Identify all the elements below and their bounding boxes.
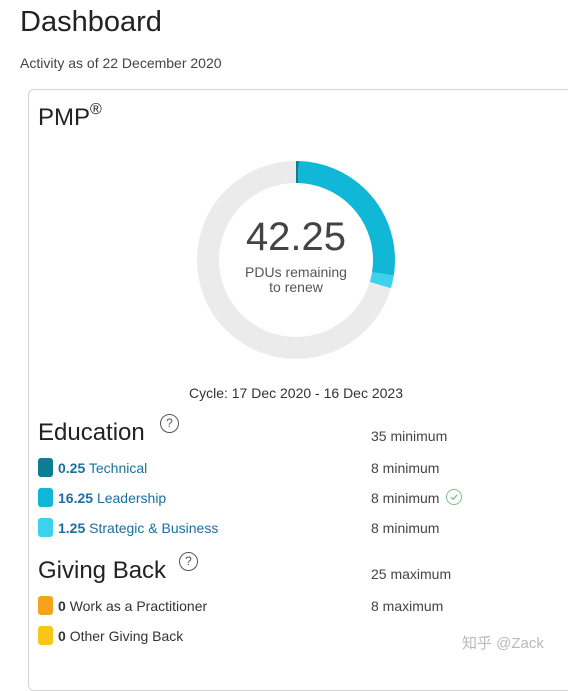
practitioner-swatch [38,596,53,615]
technical-swatch [38,458,53,477]
practitioner-requirement: 8 maximum [371,598,444,614]
pdus-remaining-value: 42.25 [245,215,347,259]
technical-link[interactable]: 0.25 Technical [58,460,147,476]
leadership-value: 16.25 [58,490,94,506]
technical-value: 0.25 [58,460,86,476]
pdus-remaining-label-line1: PDUs remaining [245,264,347,280]
practitioner-text: 0 Work as a Practitioner [58,598,207,614]
strategic-business-swatch [38,518,53,537]
check-circle-icon [446,489,462,505]
leadership-requirement: 8 minimum [371,490,440,506]
strategic-business-link[interactable]: 1.25 Strategic & Business [58,520,218,536]
strategic-business-requirement: 8 minimum [371,520,440,536]
practitioner-label: Work as a Practitioner [69,598,208,614]
leadership-link[interactable]: 16.25 Leadership [58,490,166,506]
other-giving-back-label: Other Giving Back [69,628,184,644]
strategic-business-label: Strategic & Business [89,520,219,536]
education-title: Education [38,419,145,446]
other-giving-back-text: 0 Other Giving Back [58,628,183,644]
technical-requirement: 8 minimum [371,460,440,476]
leadership-label: Leadership [96,490,167,506]
cycle-dates: Cycle: 17 Dec 2020 - 16 Dec 2023 [188,385,403,401]
education-help-icon[interactable]: ? [160,414,179,433]
other-giving-back-swatch [38,626,53,645]
education-requirement: 35 minimum [371,428,448,444]
technical-label: Technical [88,460,148,476]
giving-back-title: Giving Back [38,557,167,584]
registered-mark: ® [90,101,102,118]
pdus-remaining-label: PDUs remaining to renew [196,265,396,295]
cert-title: PMP® [38,101,102,132]
leadership-swatch [38,488,53,507]
pdus-remaining-label-line2: to renew [269,279,323,295]
page-title: Dashboard [20,6,162,38]
pdu-donut-chart [196,160,396,360]
giving-back-help-icon[interactable]: ? [179,552,198,571]
giving-back-requirement: 25 maximum [371,566,452,582]
strategic-business-value: 1.25 [58,520,86,536]
practitioner-value: 0 [58,598,66,614]
other-giving-back-value: 0 [58,628,66,644]
watermark: 知乎 @Zack [462,635,544,652]
cert-name: PMP [38,104,91,131]
page-subtitle: Activity as of 22 December 2020 [20,55,222,71]
